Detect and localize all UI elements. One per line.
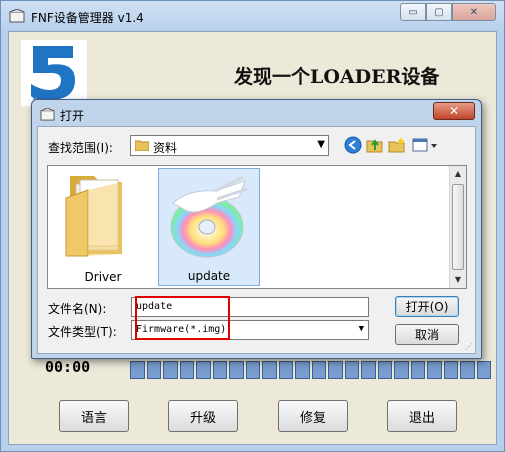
window-title: FNF设备管理器 v1.4 [31,11,144,25]
progress-block [229,361,244,379]
progress-block [410,361,425,379]
file-type-label: 文件类型(T): [48,325,117,339]
progress-block [262,361,277,379]
look-in-label: 查找范围(I): [48,141,113,155]
main-titlebar[interactable]: FNF设备管理器 v1.4 ▭ ▢ ✕ [1,1,504,31]
scroll-down-icon[interactable]: ▼ [450,273,466,287]
scroll-up-icon[interactable]: ▲ [450,167,466,181]
file-list[interactable]: Driver update ▲ ▼ [47,165,467,289]
exit-button[interactable]: 退出 [387,400,457,432]
progress-block [146,361,161,379]
repair-button[interactable]: 修复 [278,400,348,432]
progress-block [179,361,194,379]
progress-block [196,361,211,379]
status-heading: 发现一个LOADER设备 [234,66,440,88]
fnf-logo-icon: FNF [31,46,75,106]
progress-block [278,361,293,379]
progress-block [344,361,359,379]
progress-block [443,361,458,379]
elapsed-time: 00:00 [45,358,91,376]
progress-block [130,361,145,379]
progress-block [163,361,178,379]
chevron-down-icon: ▼ [317,139,325,150]
minimize-button[interactable]: ▭ [400,3,426,21]
progress-block [328,361,343,379]
new-folder-icon[interactable] [388,136,406,154]
upgrade-button[interactable]: 升级 [168,400,238,432]
progress-block [476,361,491,379]
file-name: Driver [84,270,122,284]
file-name-label: 文件名(N): [48,302,107,316]
progress-block [295,361,310,379]
progress-block [212,361,227,379]
close-button[interactable]: ✕ [452,3,496,21]
dialog-body: 查找范围(I): 资料 ▼ Driver update ▲ ▼ 文件名(N): … [37,126,476,354]
language-button[interactable]: 语言 [59,400,129,432]
back-icon[interactable] [344,136,362,154]
folder-icon [135,140,149,151]
progress-block [361,361,376,379]
window-controls: ▭ ▢ ✕ [400,3,496,21]
app-icon [40,108,55,121]
dialog-close-button[interactable]: ✕ [433,102,475,120]
progress-block [377,361,392,379]
scroll-thumb[interactable] [452,184,464,270]
progress-block [311,361,326,379]
view-menu-icon[interactable] [412,136,438,154]
up-folder-icon[interactable] [366,136,384,154]
cancel-button[interactable]: 取消 [395,324,459,345]
file-name: update [187,269,231,283]
dialog-title: 打开 [60,109,85,123]
progress-block [394,361,409,379]
vertical-scrollbar[interactable]: ▲ ▼ [449,166,466,288]
chevron-down-icon: ▼ [358,324,364,334]
logo: FNF [21,40,87,106]
folder-icon [65,176,122,257]
file-item-update[interactable]: update [158,168,260,286]
progress-block [460,361,475,379]
file-item-driver[interactable]: Driver [52,168,154,286]
progress-bar [130,361,491,379]
highlight-annotation [135,296,230,340]
progress-block [427,361,442,379]
maximize-button[interactable]: ▢ [426,3,452,21]
open-button[interactable]: 打开(O) [395,296,459,317]
disc-image-icon [170,175,248,258]
progress-block [245,361,260,379]
app-icon [9,9,25,23]
resize-grip-icon[interactable]: ⋰ [465,342,473,351]
look-in-dropdown[interactable]: 资料 ▼ [130,135,329,156]
look-in-value: 资料 [153,141,178,155]
open-file-dialog: 打开 ✕ 查找范围(I): 资料 ▼ Driver update ▲ ▼ 文件名… [31,99,482,359]
